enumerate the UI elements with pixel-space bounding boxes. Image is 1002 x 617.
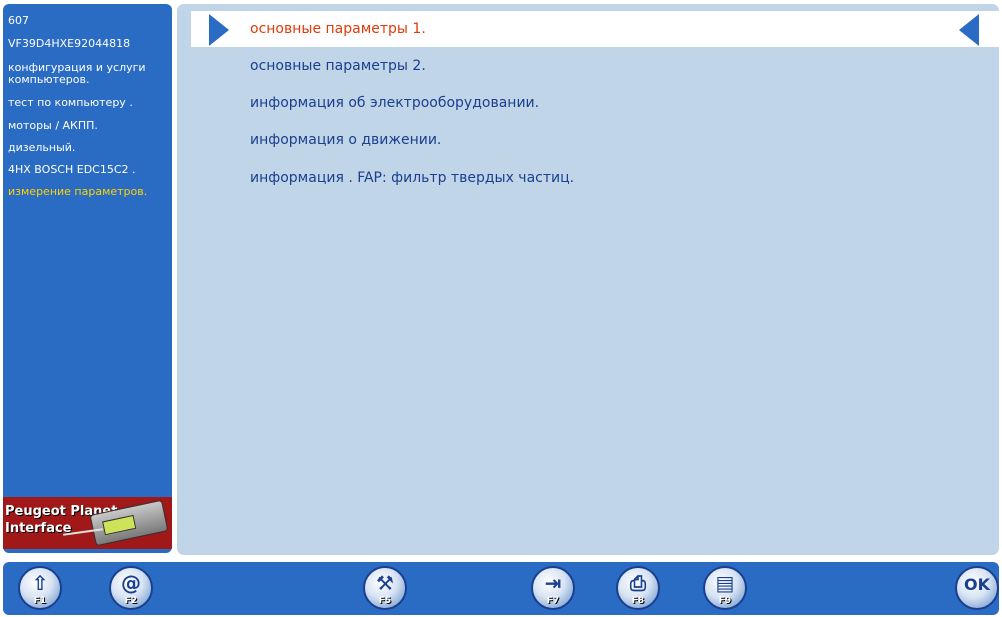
f1-back-button[interactable]: ⇧ F1 bbox=[18, 566, 62, 610]
fkey-label: F1 bbox=[33, 596, 47, 606]
exit-icon: ⇥ bbox=[544, 571, 562, 595]
document-icon: ▤ bbox=[715, 571, 735, 595]
sidebar-item-ecu[interactable]: 4HX BOSCH EDC15C2 . bbox=[3, 164, 168, 176]
sidebar-item-vin[interactable]: VF39D4HXE92044818 bbox=[3, 38, 168, 50]
at-icon: @ bbox=[121, 571, 141, 595]
sidebar-item-computer-test[interactable]: тест по компьютеру . bbox=[3, 97, 168, 109]
menu-item-label: информация . FAP: фильтр твердых частиц. bbox=[250, 170, 575, 186]
menu-item-electrical-info[interactable]: информация об электрооборудовании. bbox=[191, 85, 999, 121]
f7-exit-button[interactable]: ⇥ F7 bbox=[531, 566, 575, 610]
f9-document-button[interactable]: ▤ F9 bbox=[703, 566, 747, 610]
sidebar-item-model[interactable]: 607 bbox=[3, 15, 168, 27]
fkey-label: F8 bbox=[631, 596, 645, 606]
sidebar-item-diesel[interactable]: дизельный. bbox=[3, 142, 168, 154]
sidebar-item-measure-params[interactable]: измерение параметров. bbox=[3, 186, 168, 198]
menu-item-label: основные параметры 1. bbox=[250, 21, 426, 37]
menu-item-basic-params-1[interactable]: основные параметры 1. bbox=[191, 11, 999, 47]
fkey-label: F2 bbox=[124, 596, 138, 606]
sidebar-item-engines[interactable]: моторы / АКПП. bbox=[3, 120, 168, 132]
sidebar-item-config[interactable]: конфигурация и услуги компьютеров. bbox=[3, 62, 168, 86]
device-screen bbox=[102, 514, 137, 536]
f8-print-button[interactable]: ⎙ F8 bbox=[616, 566, 660, 610]
ok-button[interactable]: OK bbox=[955, 566, 999, 610]
fkey-label: F9 bbox=[718, 596, 732, 606]
printer-icon: ⎙ bbox=[630, 571, 646, 595]
menu-item-label: информация о движении. bbox=[250, 132, 442, 148]
selection-arrow-right-icon bbox=[209, 14, 229, 46]
function-key-toolbar: ⇧ F1 @ F2 ⚒ F5 ⇥ F7 ⎙ F8 ▤ F9 OK bbox=[3, 562, 999, 615]
menu-item-label: информация об электрооборудовании. bbox=[250, 95, 540, 111]
fkey-label: F7 bbox=[546, 596, 560, 606]
menu-item-motion-info[interactable]: информация о движении. bbox=[191, 122, 999, 158]
f5-tools-button[interactable]: ⚒ F5 bbox=[363, 566, 407, 610]
menu-item-label: основные параметры 2. bbox=[250, 58, 426, 74]
menu-item-fap-info[interactable]: информация . FAP: фильтр твердых частиц. bbox=[191, 160, 999, 196]
sidebar: 607 VF39D4HXE92044818 конфигурация и усл… bbox=[3, 4, 172, 553]
selection-arrow-left-icon bbox=[959, 14, 979, 46]
tools-icon: ⚒ bbox=[376, 571, 394, 595]
fkey-label: F5 bbox=[378, 596, 392, 606]
ok-enter-icon: OK bbox=[964, 575, 990, 594]
brand-logo: Peugeot Planet Interface bbox=[3, 497, 172, 549]
main-panel: основные параметры 1. основные параметры… bbox=[177, 4, 999, 555]
f2-at-button[interactable]: @ F2 bbox=[109, 566, 153, 610]
arrow-up-icon: ⇧ bbox=[31, 571, 49, 595]
menu-item-basic-params-2[interactable]: основные параметры 2. bbox=[191, 48, 999, 84]
